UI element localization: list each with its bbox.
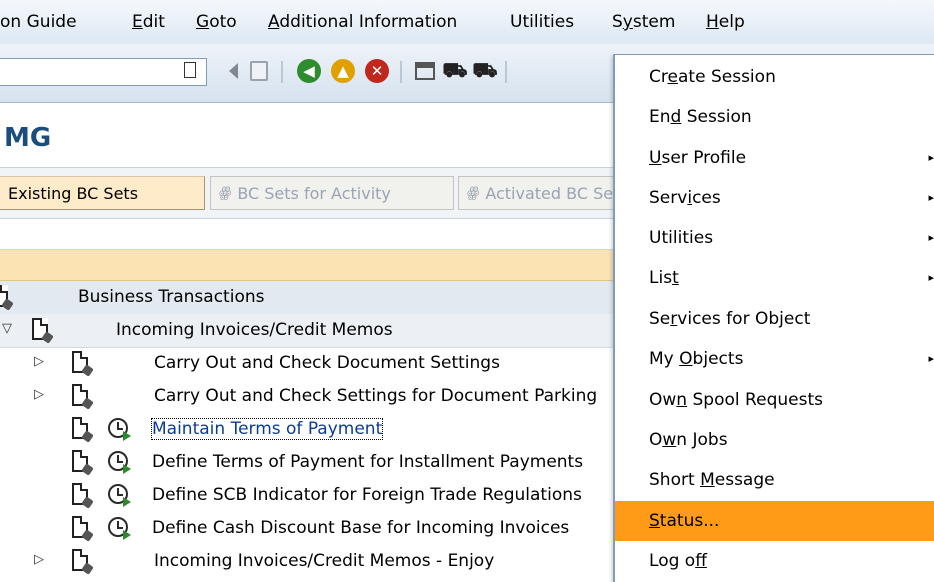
submenu-arrow-icon: ▸ [928, 191, 934, 204]
tree-row-label: Carry Out and Check Document Settings [154, 353, 500, 373]
tree-row-label: Define Terms of Payment for Installment … [152, 452, 584, 472]
bc-sets-for-activity-label: BC Sets for Activity [237, 183, 391, 203]
menu-item-services[interactable]: Services ▸ [615, 178, 934, 218]
menu-goto[interactable]: Goto [196, 12, 237, 32]
menu-utilities[interactable]: Utilities [510, 12, 574, 32]
system-menu-dropdown: Create Session End Session User Profile▸… [613, 54, 934, 582]
bc-set-icon: ꙮ [219, 185, 232, 201]
toolbar-separator [505, 61, 507, 83]
submenu-arrow-icon: ▸ [928, 352, 934, 365]
menu-edit[interactable]: Edit [132, 12, 165, 32]
tree-row-label[interactable]: Maintain Terms of Payment [150, 418, 384, 440]
document-icon [72, 483, 94, 509]
back-icon[interactable]: ◀ [296, 56, 322, 86]
menu-additional-information[interactable]: Additional Information [268, 12, 457, 32]
save-icon[interactable] [246, 56, 272, 86]
submenu-arrow-icon: ▸ [928, 271, 934, 284]
expand-icon[interactable]: ▷ [34, 552, 44, 567]
tree-row-label: Incoming Invoices/Credit Memos - Enjoy [154, 551, 495, 571]
bc-sets-for-activity-button[interactable]: ꙮ BC Sets for Activity [210, 176, 454, 210]
tree-row-label: Incoming Invoices/Credit Memos [116, 320, 393, 340]
exit-icon[interactable]: ▲ [330, 56, 356, 86]
tree-row-label: Business Transactions [78, 287, 265, 307]
tree-row-label: Define Cash Discount Base for Incoming I… [152, 518, 570, 538]
document-icon [72, 417, 94, 443]
document-icon [0, 285, 14, 311]
expand-icon[interactable]: ▷ [34, 387, 44, 402]
menu-item-status[interactable]: Status... [615, 501, 934, 541]
menu-item-user-profile[interactable]: User Profile▸ [615, 138, 934, 178]
menu-item-log-off[interactable]: Log off [615, 541, 934, 581]
print-icon[interactable] [412, 56, 438, 86]
document-icon [72, 384, 94, 410]
menu-item-end-session[interactable]: End Session [615, 97, 934, 137]
tree-row-label: Carry Out and Check Settings for Documen… [154, 386, 598, 406]
toolbar-separator [400, 61, 402, 83]
menu-application-guide[interactable]: on Guide [0, 12, 77, 32]
document-icon [32, 318, 54, 344]
dropdown-icon[interactable] [184, 62, 196, 78]
execute-clock-icon[interactable] [108, 451, 131, 474]
document-icon [72, 549, 94, 575]
document-icon [72, 351, 94, 377]
tree-row-label: Define SCB Indicator for Foreign Trade R… [152, 485, 582, 505]
execute-clock-icon[interactable] [108, 418, 131, 441]
document-icon [72, 450, 94, 476]
menu-item-own-spool-requests[interactable]: Own Spool Requests [615, 380, 934, 420]
execute-clock-icon[interactable] [108, 517, 131, 540]
bc-set-icon: ꙮ [467, 185, 480, 201]
collapse-icon[interactable]: ▽ [2, 321, 12, 336]
command-field[interactable] [0, 58, 207, 86]
expand-icon[interactable]: ▷ [34, 354, 44, 369]
submenu-arrow-icon: ▸ [928, 231, 934, 244]
page-title: MG [4, 123, 52, 153]
menu-item-own-jobs[interactable]: Own Jobs [615, 420, 934, 460]
back-arrow-icon[interactable] [220, 56, 246, 86]
menu-system[interactable]: System [612, 12, 675, 32]
menu-item-short-message[interactable]: Short Message [615, 460, 934, 500]
toolbar-separator [281, 61, 283, 83]
document-icon [72, 516, 94, 542]
find-next-icon[interactable]: ⛟ [472, 56, 498, 86]
existing-bc-sets-button[interactable]: Existing BC Sets [0, 176, 205, 210]
menu-item-create-session[interactable]: Create Session [615, 57, 934, 97]
menu-bar: on Guide Edit Goto Additional Informatio… [0, 0, 934, 45]
submenu-arrow-icon: ▸ [928, 151, 934, 164]
menu-help[interactable]: Help [706, 12, 745, 32]
find-icon[interactable]: ⛟ [442, 56, 468, 86]
execute-clock-icon[interactable] [108, 484, 131, 507]
menu-item-services-for-object[interactable]: Services for Object [615, 299, 934, 339]
cancel-icon[interactable]: ✕ [364, 56, 390, 86]
menu-item-list[interactable]: List ▸ [615, 258, 934, 298]
menu-item-my-objects[interactable]: My Objects ▸ [615, 339, 934, 379]
existing-bc-sets-label: Existing BC Sets [8, 183, 139, 203]
menu-item-utilities[interactable]: Utilities ▸ [615, 218, 934, 258]
